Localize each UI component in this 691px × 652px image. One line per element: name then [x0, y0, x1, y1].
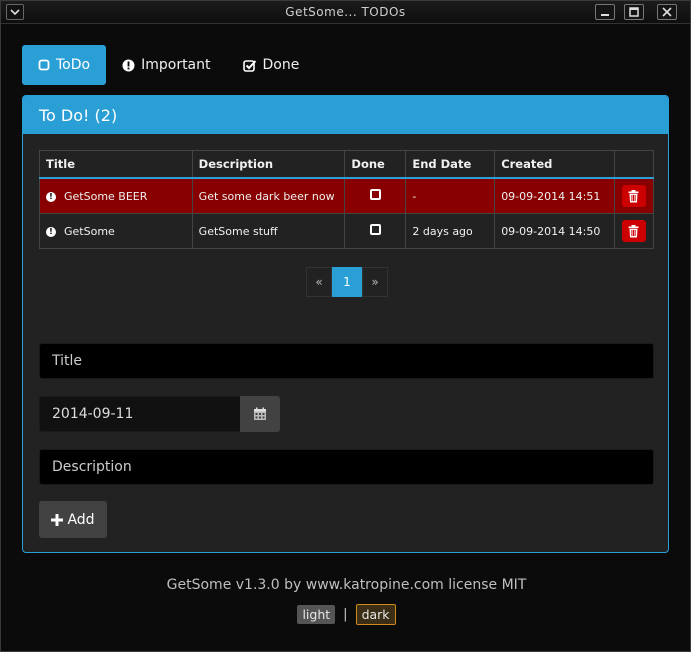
theme-switcher: light | dark: [1, 604, 691, 625]
maximize-button[interactable]: [624, 4, 644, 20]
column-header-title[interactable]: Title: [39, 150, 193, 179]
maximize-icon: [629, 7, 639, 17]
pagination: « 1 »: [306, 267, 388, 297]
todo-title: GetSome BEER: [64, 189, 148, 203]
title-input[interactable]: Title: [39, 343, 654, 379]
cell-actions: [613, 213, 655, 249]
important-icon: !: [46, 226, 56, 237]
description-input[interactable]: Description: [39, 449, 654, 485]
cell-title: ! GetSome: [39, 213, 193, 249]
cell-created: 09-09-2014 14:51: [494, 177, 615, 214]
footer-text: GetSome v1.3.0 by www.katropine.com lice…: [166, 577, 527, 593]
close-icon: [662, 7, 672, 17]
panel-title: To Do! (2): [23, 96, 668, 134]
pagination-prev[interactable]: «: [306, 267, 332, 297]
exclamation-circle-icon: [122, 59, 135, 71]
column-header-done[interactable]: Done: [344, 150, 407, 179]
nav-tabs: ToDo Important Done: [22, 45, 315, 85]
calendar-button[interactable]: [240, 396, 280, 432]
square-icon: [38, 59, 50, 71]
pagination-page-1[interactable]: 1: [332, 267, 362, 297]
todo-title: GetSome: [64, 224, 115, 238]
close-button[interactable]: [657, 4, 677, 20]
calendar-icon: [254, 407, 266, 420]
tab-important-label: Important: [141, 57, 211, 73]
delete-button[interactable]: [621, 220, 646, 242]
minimize-icon: [601, 14, 609, 16]
column-header-description[interactable]: Description: [191, 150, 346, 179]
cell-description: GetSome stuff: [191, 213, 346, 249]
column-header-created[interactable]: Created: [494, 150, 615, 179]
app-window: GetSome... TODOs ToDo Important Done To …: [0, 0, 691, 652]
plus-icon: [51, 513, 64, 526]
tab-important[interactable]: Important: [106, 45, 226, 85]
end-date-input[interactable]: 2014-09-11: [39, 396, 241, 432]
cell-end-date: -: [405, 177, 496, 214]
cell-title: ! GetSome BEER: [39, 177, 193, 214]
theme-dark-button[interactable]: dark: [355, 604, 396, 625]
column-header-end-date[interactable]: End Date: [405, 150, 496, 179]
theme-light-button[interactable]: light: [297, 605, 336, 624]
tab-todo-label: ToDo: [56, 57, 91, 73]
tab-done-label: Done: [262, 57, 300, 73]
add-button[interactable]: Add: [39, 501, 107, 538]
table-row[interactable]: ! GetSome GetSome stuff 2 days ago 09-09-…: [39, 213, 655, 249]
delete-button[interactable]: [621, 185, 646, 207]
window-title: GetSome... TODOs: [285, 5, 406, 19]
cell-done: [344, 213, 407, 249]
cell-description: Get some dark beer now: [191, 177, 346, 214]
minimize-button[interactable]: [595, 4, 615, 20]
todo-table: Title Description Done End Date Created …: [39, 150, 655, 249]
tab-done[interactable]: Done: [227, 45, 316, 85]
done-checkbox[interactable]: [369, 189, 381, 200]
todo-panel: To Do! (2) Title Description Done End Da…: [22, 95, 669, 553]
done-checkbox[interactable]: [369, 224, 381, 235]
cell-end-date: 2 days ago: [405, 213, 496, 249]
cell-done: [344, 177, 407, 214]
tab-todo[interactable]: ToDo: [22, 45, 107, 85]
table-header-row: Title Description Done End Date Created: [39, 150, 655, 179]
column-header-actions: [613, 150, 655, 179]
pagination-next[interactable]: »: [362, 267, 388, 297]
trash-icon: [628, 189, 639, 202]
check-square-icon: [242, 59, 256, 72]
theme-separator: |: [343, 607, 348, 622]
add-button-label: Add: [67, 511, 95, 528]
table-row[interactable]: ! GetSome BEER Get some dark beer now - 0…: [39, 177, 655, 214]
cell-created: 09-09-2014 14:50: [494, 213, 615, 249]
important-icon: !: [46, 191, 56, 202]
title-bar: GetSome... TODOs: [1, 1, 690, 24]
trash-icon: [628, 224, 639, 237]
cell-actions: [613, 177, 655, 214]
